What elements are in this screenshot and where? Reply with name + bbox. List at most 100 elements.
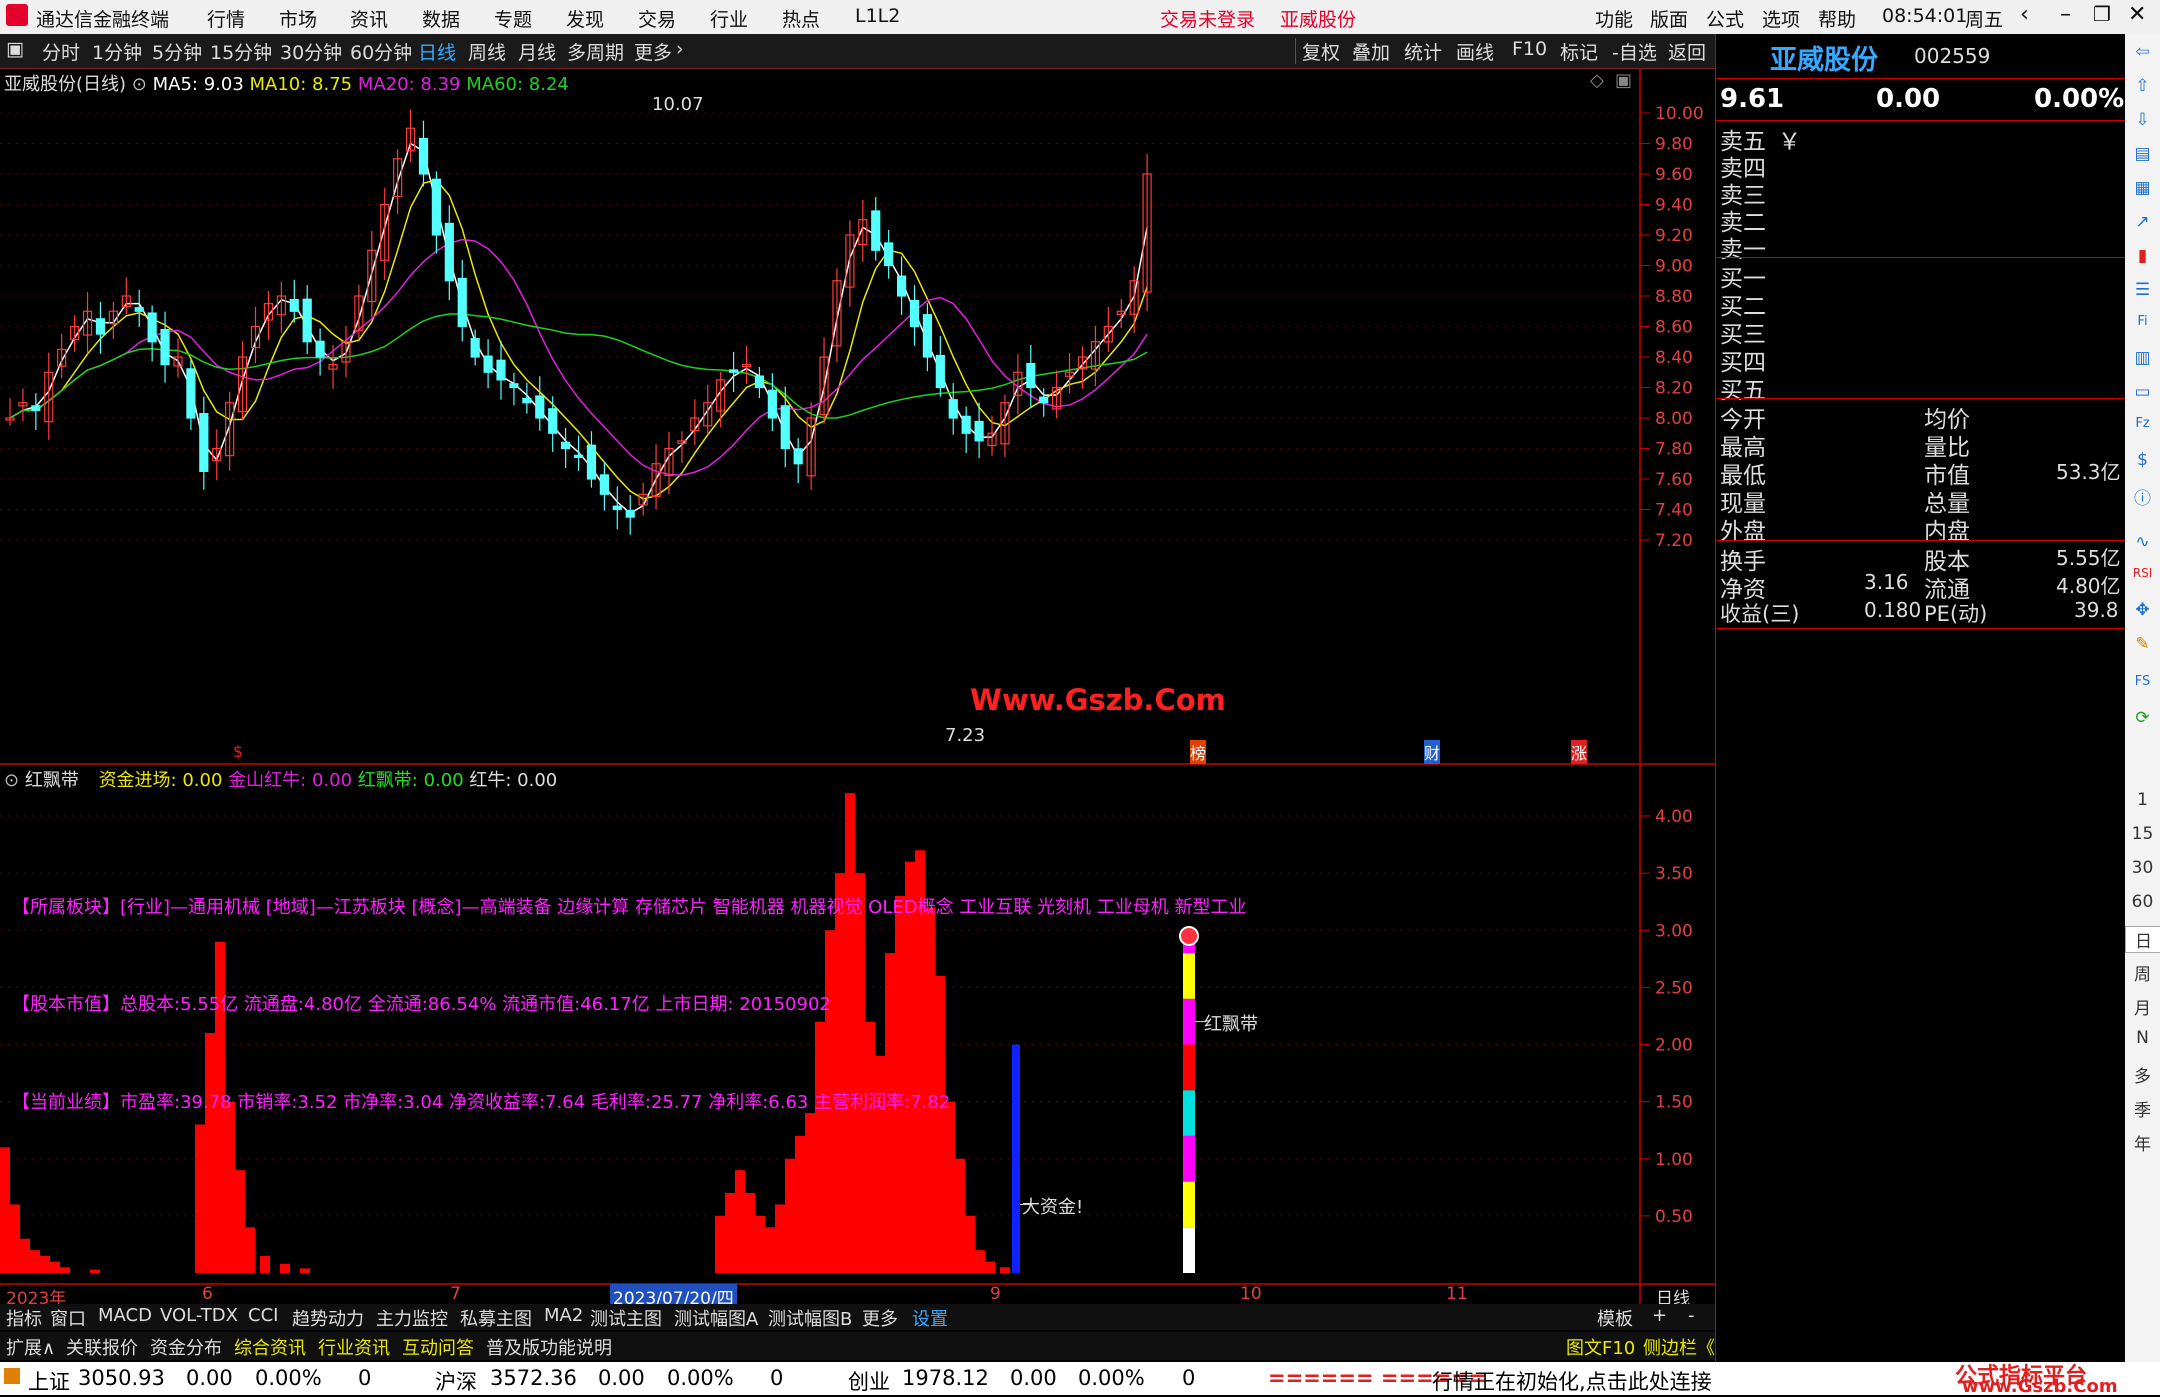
minimize-icon[interactable]: – bbox=[2060, 2, 2071, 27]
more-chevron-icon[interactable]: › bbox=[676, 38, 684, 60]
tab-main-monitor[interactable]: 主力监控 bbox=[376, 1305, 448, 1331]
pen-icon[interactable]: ✎ bbox=[2125, 634, 2160, 654]
toggle-panel-icon[interactable]: ▣ bbox=[6, 38, 24, 60]
period-15[interactable]: 15 bbox=[2125, 824, 2160, 844]
tab-expand[interactable]: 扩展∧ bbox=[6, 1334, 55, 1360]
menu-xuanxiang[interactable]: 选项 bbox=[1762, 5, 1800, 32]
period-n[interactable]: N bbox=[2125, 1028, 2160, 1048]
tab-comprehensive-news[interactable]: 综合资讯 bbox=[234, 1334, 306, 1360]
kline-chart[interactable]: 10.00 9.80 9.60 9.40 9.20 9.00 8.80 8.60 8.40 8.2… bbox=[0, 68, 1715, 1304]
arrow-left-icon[interactable]: ⇦ bbox=[2125, 42, 2160, 62]
tab-monthly[interactable]: 月线 bbox=[518, 38, 556, 65]
move-icon[interactable]: ✥ bbox=[2125, 600, 2160, 620]
tab-vol-tdx[interactable]: VOL-TDX bbox=[160, 1305, 238, 1326]
period-1[interactable]: 1 bbox=[2125, 790, 2160, 810]
tool-biaoji[interactable]: 标记 bbox=[1560, 38, 1598, 65]
period-30[interactable]: 30 bbox=[2125, 858, 2160, 878]
tab-trend-power[interactable]: 趋势动力 bbox=[292, 1305, 364, 1331]
tab-industry-news[interactable]: 行业资讯 bbox=[318, 1334, 390, 1360]
tool-f10[interactable]: F10 bbox=[1512, 38, 1547, 60]
menu-gongshi[interactable]: 公式 bbox=[1706, 5, 1744, 32]
tab-1min[interactable]: 1分钟 bbox=[92, 38, 142, 65]
period-day[interactable]: 日 bbox=[2125, 926, 2160, 953]
expand-icon[interactable]: ▣ bbox=[1615, 70, 1632, 91]
tab-more-formula[interactable]: 更多 bbox=[862, 1305, 898, 1331]
tab-settings[interactable]: 设置 bbox=[912, 1305, 948, 1331]
tool-fuquan[interactable]: 复权 bbox=[1302, 38, 1340, 65]
menu-banmian[interactable]: 版面 bbox=[1650, 5, 1688, 32]
event-marker-dollar[interactable]: $ bbox=[233, 742, 243, 761]
tab-cci[interactable]: CCI bbox=[248, 1305, 278, 1326]
rsi-icon[interactable]: RSI bbox=[2125, 566, 2160, 580]
menu-bangzhu[interactable]: 帮助 bbox=[1818, 5, 1856, 32]
menu-zixun[interactable]: 资讯 bbox=[350, 5, 388, 32]
tab-60min[interactable]: 60分钟 bbox=[350, 38, 412, 65]
tab-f10-graphic[interactable]: 图文F10 bbox=[1566, 1334, 1635, 1360]
tab-15min[interactable]: 15分钟 bbox=[210, 38, 272, 65]
menu-hangye[interactable]: 行业 bbox=[710, 5, 748, 32]
doc-icon[interactable]: ▭ bbox=[2125, 382, 2160, 402]
refresh-icon[interactable]: ⟳ bbox=[2125, 708, 2160, 728]
tab-sidebar[interactable]: 侧边栏《 bbox=[1643, 1334, 1715, 1360]
tool-huaxian[interactable]: 画线 bbox=[1456, 38, 1494, 65]
table-icon[interactable]: ▥ bbox=[2125, 348, 2160, 368]
event-marker-bang[interactable]: 榜 bbox=[1190, 740, 1207, 764]
diamond-icon[interactable]: ◇ bbox=[1590, 70, 1604, 91]
tab-indicator[interactable]: 指标 bbox=[6, 1305, 42, 1331]
wave-icon[interactable]: ∿ bbox=[2125, 532, 2160, 552]
tab-fund-distribution[interactable]: 资金分布 bbox=[150, 1334, 222, 1360]
menu-zhuanti[interactable]: 专题 bbox=[494, 5, 532, 32]
tool-tongji[interactable]: 统计 bbox=[1404, 38, 1442, 65]
tool-fanhui[interactable]: 返回 bbox=[1668, 38, 1706, 65]
menu-shichang[interactable]: 市场 bbox=[279, 5, 317, 32]
tab-basic-edition[interactable]: 普及版功能说明 bbox=[486, 1334, 612, 1360]
indicator-settings-icon[interactable]: ⊙ bbox=[4, 770, 19, 791]
connection-message[interactable]: 行情正在初始化,点击此处连接 bbox=[1432, 1366, 1712, 1396]
login-status[interactable]: 交易未登录 bbox=[1160, 5, 1255, 32]
menu-hangqing[interactable]: 行情 bbox=[207, 5, 245, 32]
menu-redian[interactable]: 热点 bbox=[782, 5, 820, 32]
tab-window[interactable]: 窗口 bbox=[50, 1305, 86, 1331]
settings-icon[interactable]: ⊙ bbox=[132, 74, 147, 95]
line-chart-icon[interactable]: ↗ bbox=[2125, 212, 2160, 232]
back-icon[interactable]: ‹ bbox=[2020, 2, 2029, 27]
status-bar[interactable]: 上证 3050.93 0.00 0.00% 0 沪深 3572.36 0.00 … bbox=[0, 1362, 2160, 1397]
add-window-button[interactable]: + bbox=[1652, 1305, 1667, 1326]
period-year[interactable]: 年 bbox=[2125, 1130, 2160, 1155]
menu-gongneng[interactable]: 功能 bbox=[1595, 5, 1633, 32]
tab-more[interactable]: 更多 bbox=[634, 38, 672, 65]
event-marker-zhang[interactable]: 涨 bbox=[1571, 740, 1588, 764]
period-week[interactable]: 周 bbox=[2125, 960, 2160, 985]
list-icon[interactable]: ☰ bbox=[2125, 280, 2160, 300]
menu-jiaoyi[interactable]: 交易 bbox=[638, 5, 676, 32]
tab-ma2[interactable]: MA2 bbox=[544, 1305, 583, 1326]
menu-shuju[interactable]: 数据 bbox=[422, 5, 460, 32]
event-marker-cai[interactable]: 财 bbox=[1424, 740, 1441, 764]
period-60[interactable]: 60 bbox=[2125, 892, 2160, 912]
info-icon[interactable]: ⓘ bbox=[2125, 484, 2160, 509]
period-month[interactable]: 月 bbox=[2125, 994, 2160, 1019]
tab-test-b[interactable]: 测试幅图B bbox=[768, 1305, 852, 1331]
kline-icon[interactable]: ▮ bbox=[2125, 246, 2160, 266]
tool-zixuan[interactable]: -自选 bbox=[1612, 38, 1657, 65]
dollar-icon[interactable]: $ bbox=[2125, 450, 2160, 470]
tool-diejia[interactable]: 叠加 bbox=[1352, 38, 1390, 65]
tab-qa[interactable]: 互动问答 bbox=[402, 1334, 474, 1360]
tab-daily[interactable]: 日线 bbox=[418, 38, 456, 65]
grid-icon[interactable]: ▦ bbox=[2125, 178, 2160, 198]
tab-related-quote[interactable]: 关联报价 bbox=[66, 1334, 138, 1360]
menu-l1l2[interactable]: L1L2 bbox=[855, 5, 900, 27]
arrow-down-icon[interactable]: ⇩ bbox=[2125, 110, 2160, 130]
remove-window-button[interactable]: - bbox=[1688, 1305, 1695, 1326]
fz-icon[interactable]: Fz bbox=[2125, 416, 2160, 431]
tab-private-main[interactable]: 私募主图 bbox=[460, 1305, 532, 1331]
tab-test-main[interactable]: 测试主图 bbox=[590, 1305, 662, 1331]
f10-icon[interactable]: Fi bbox=[2125, 314, 2160, 329]
tab-5min[interactable]: 5分钟 bbox=[152, 38, 202, 65]
chart-icon[interactable]: ▤ bbox=[2125, 144, 2160, 164]
close-icon[interactable]: ✕ bbox=[2128, 2, 2146, 27]
tab-weekly[interactable]: 周线 bbox=[468, 38, 506, 65]
fs-icon[interactable]: FS bbox=[2125, 674, 2160, 689]
tab-fenshi[interactable]: 分时 bbox=[42, 38, 80, 65]
template-button[interactable]: 模板 bbox=[1597, 1305, 1633, 1331]
